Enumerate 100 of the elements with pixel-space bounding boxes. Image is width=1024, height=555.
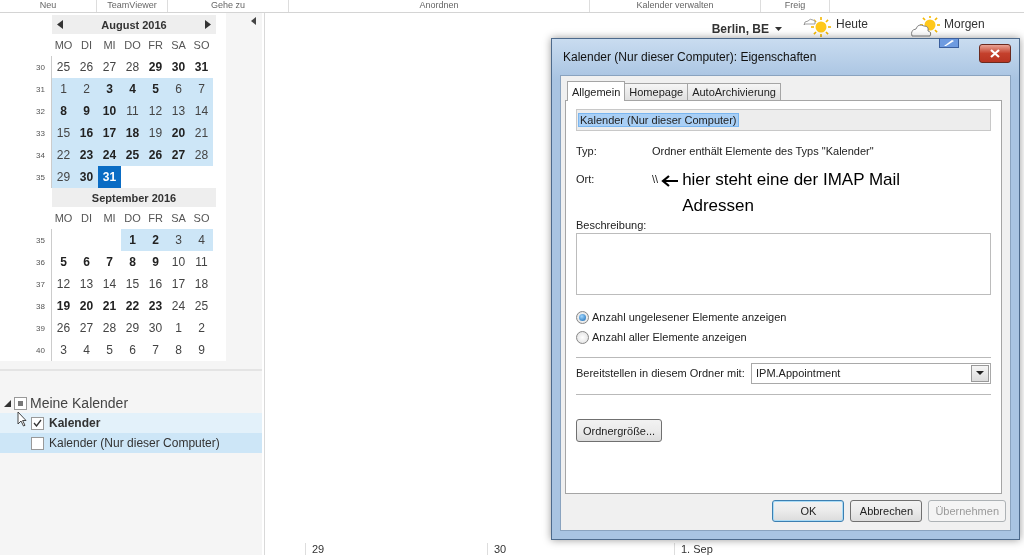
calendar-day[interactable]: 7 [190, 78, 213, 100]
calendar-day[interactable]: 1 [167, 317, 190, 339]
checkbox[interactable] [31, 436, 44, 450]
calendar-day[interactable]: 31 [98, 166, 121, 188]
calendar-day[interactable]: 5 [52, 251, 75, 273]
calendar-day[interactable]: 28 [190, 144, 213, 166]
calendar-day[interactable]: 26 [75, 56, 98, 78]
calendar-day[interactable]: 5 [98, 339, 121, 361]
previous-month-icon[interactable] [57, 20, 63, 29]
calendar-day[interactable]: 13 [75, 273, 98, 295]
calendar-day[interactable]: 4 [121, 78, 144, 100]
calendar-day[interactable]: 25 [121, 144, 144, 166]
calendar-day[interactable]: 24 [98, 144, 121, 166]
calendar-day[interactable]: 25 [190, 295, 213, 317]
calendar-day[interactable]: 26 [144, 144, 167, 166]
tab[interactable]: Allgemein [567, 81, 626, 101]
collapse-icon[interactable] [251, 17, 256, 25]
calendar-day[interactable]: 17 [98, 122, 121, 144]
calendar-day[interactable]: 30 [167, 56, 190, 78]
calendar-day[interactable]: 19 [52, 295, 75, 317]
calendar-day[interactable]: 12 [144, 100, 167, 122]
calendar-day[interactable]: 23 [75, 144, 98, 166]
calendar-day[interactable]: 6 [75, 251, 98, 273]
folder-size-button[interactable]: Ordnergröße... [576, 419, 663, 442]
calendar-day[interactable]: 27 [98, 56, 121, 78]
group-checkbox[interactable] [14, 396, 27, 410]
calendar-day[interactable]: 13 [167, 100, 190, 122]
calendar-day[interactable]: 7 [98, 251, 121, 273]
calendar-day[interactable]: 10 [167, 251, 190, 273]
calendar-day[interactable]: 20 [75, 295, 98, 317]
dialog-button[interactable]: Abbrechen [850, 500, 923, 522]
calendar-day[interactable]: 15 [121, 273, 144, 295]
calendar-day[interactable]: 8 [167, 339, 190, 361]
calendar-day[interactable]: 9 [190, 339, 213, 361]
calendar-day[interactable]: 20 [167, 122, 190, 144]
calendar-day[interactable]: 16 [75, 122, 98, 144]
calendar-day[interactable]: 18 [190, 273, 213, 295]
calendar-day[interactable]: 29 [144, 56, 167, 78]
checkbox[interactable] [31, 416, 44, 430]
calendar-day[interactable]: 6 [167, 78, 190, 100]
calendar-day[interactable]: 12 [52, 273, 75, 295]
calendar-day[interactable]: 23 [144, 295, 167, 317]
calendar-day[interactable]: 18 [121, 122, 144, 144]
calendar-day[interactable]: 8 [121, 251, 144, 273]
calendar-day[interactable]: 31 [190, 56, 213, 78]
calendar-day[interactable]: 14 [98, 273, 121, 295]
calendar-day[interactable]: 10 [98, 100, 121, 122]
calendar-day[interactable]: 1 [121, 229, 144, 251]
calendar-folder-item[interactable]: Kalender [0, 413, 262, 433]
calendar-day[interactable]: 17 [167, 273, 190, 295]
calendar-day[interactable]: 4 [190, 229, 213, 251]
calendar-day[interactable]: 11 [121, 100, 144, 122]
calendar-day[interactable]: 7 [144, 339, 167, 361]
calendar-day[interactable]: 28 [98, 317, 121, 339]
calendar-folder-item[interactable]: Kalender (Nur dieser Computer) [0, 433, 262, 453]
edit-icon[interactable] [939, 38, 959, 48]
calendar-day[interactable]: 21 [190, 122, 213, 144]
calendar-day[interactable]: 29 [52, 166, 75, 188]
calendar-day[interactable]: 9 [144, 251, 167, 273]
description-field[interactable] [576, 233, 991, 295]
calendar-day[interactable]: 2 [144, 229, 167, 251]
next-month-icon[interactable] [205, 20, 211, 29]
calendar-day[interactable]: 2 [190, 317, 213, 339]
calendar-day[interactable]: 6 [121, 339, 144, 361]
calendar-day[interactable]: 2 [75, 78, 98, 100]
calendar-day[interactable]: 1 [52, 78, 75, 100]
folder-group-label[interactable]: Meine Kalender [30, 395, 129, 411]
radio-button[interactable] [576, 310, 589, 324]
calendar-day[interactable]: 9 [75, 100, 98, 122]
calendar-day[interactable]: 5 [144, 78, 167, 100]
calendar-day[interactable]: 19 [144, 122, 167, 144]
calendar-day[interactable]: 21 [98, 295, 121, 317]
calendar-day[interactable]: 22 [52, 144, 75, 166]
tab[interactable]: Homepage [624, 83, 689, 100]
calendar-day[interactable]: 22 [121, 295, 144, 317]
location-selector[interactable]: Berlin, BE [711, 22, 782, 36]
calendar-day[interactable]: 24 [167, 295, 190, 317]
calendar-day[interactable]: 30 [75, 166, 98, 188]
calendar-day[interactable]: 25 [52, 56, 75, 78]
calendar-day[interactable]: 16 [144, 273, 167, 295]
calendar-day[interactable]: 27 [75, 317, 98, 339]
calendar-day[interactable]: 11 [190, 251, 213, 273]
expand-arrow-icon[interactable] [4, 399, 11, 407]
calendar-day[interactable]: 3 [52, 339, 75, 361]
calendar-day[interactable]: 27 [167, 144, 190, 166]
calendar-day[interactable]: 15 [52, 122, 75, 144]
name-field[interactable]: Kalender (Nur dieser Computer) [576, 109, 991, 131]
radio-button[interactable] [576, 330, 589, 344]
calendar-day[interactable]: 14 [190, 100, 213, 122]
calendar-day[interactable]: 3 [98, 78, 121, 100]
calendar-day[interactable]: 4 [75, 339, 98, 361]
dialog-button[interactable]: OK [772, 500, 845, 522]
calendar-day[interactable]: 29 [121, 317, 144, 339]
tab[interactable]: AutoArchivierung [687, 83, 781, 100]
calendar-day[interactable]: 30 [144, 317, 167, 339]
calendar-day[interactable]: 8 [52, 100, 75, 122]
calendar-day[interactable]: 3 [167, 229, 190, 251]
calendar-day[interactable]: 28 [121, 56, 144, 78]
close-button[interactable] [979, 43, 1011, 63]
calendar-day[interactable]: 26 [52, 317, 75, 339]
